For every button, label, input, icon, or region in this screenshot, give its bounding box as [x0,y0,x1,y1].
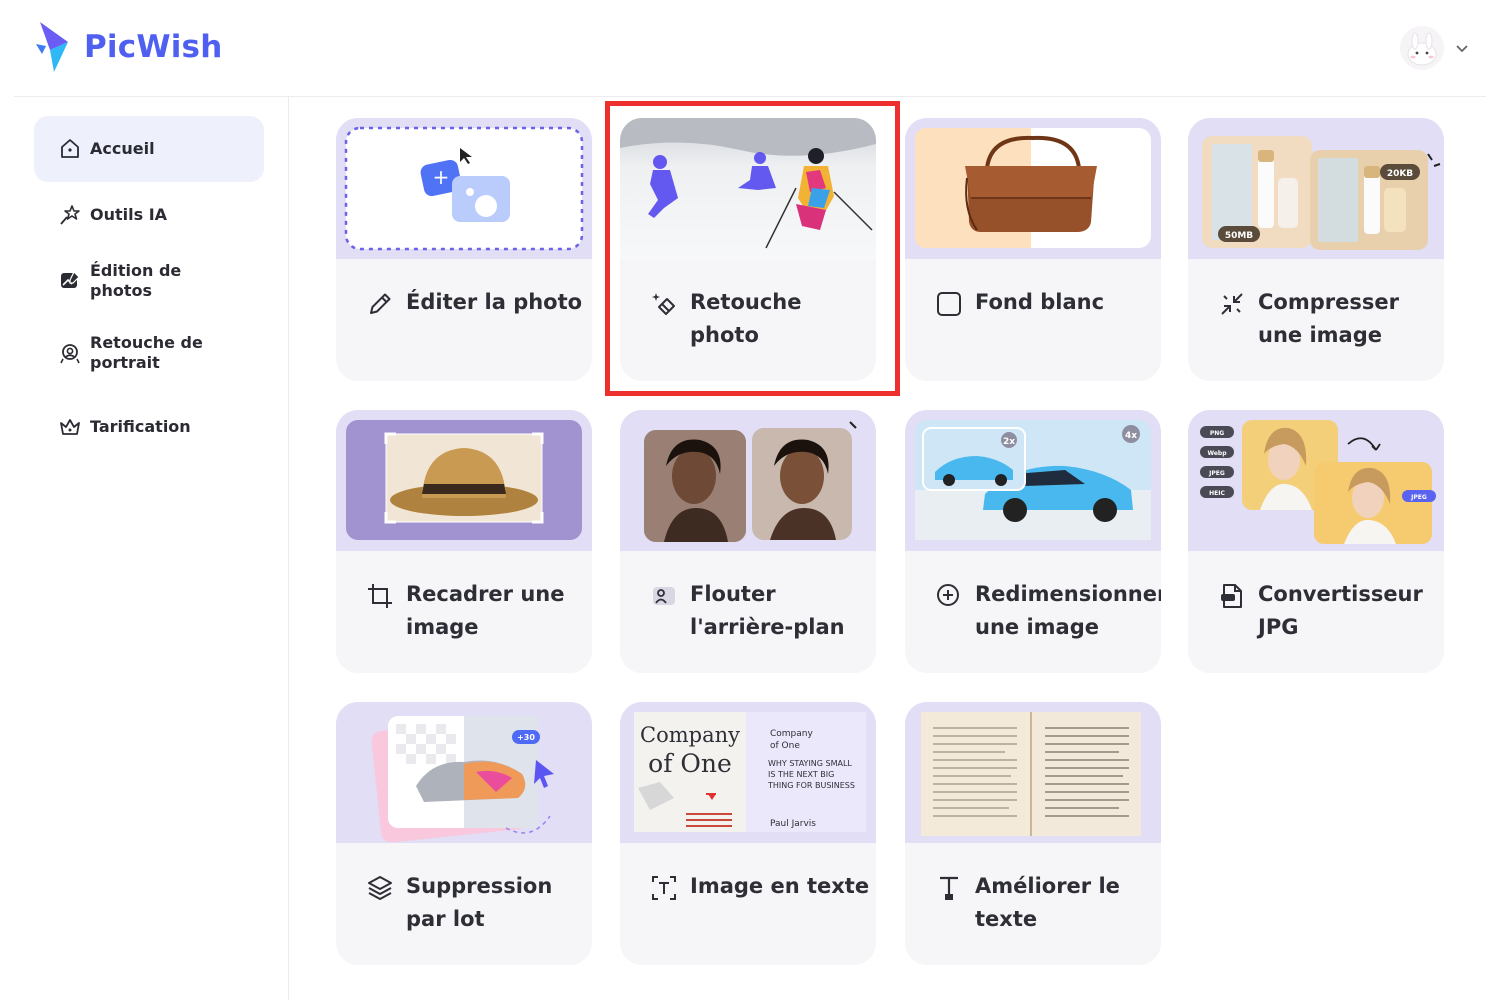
book-title-line-2: of One [648,749,732,778]
tool-card-fond-blanc[interactable]: Fond blanc [905,118,1161,381]
book-side-title-2: of One [770,741,800,751]
tool-card-flouter[interactable]: Flouter l'arrière-plan [620,410,876,673]
sidebar-item-label: Accueil [90,139,155,158]
format-heic-label: HEIC [1209,490,1225,497]
tool-label: Compresser une image [1258,290,1399,347]
sidebar-item-tarification[interactable]: Tarification [34,394,264,460]
chevron-down-icon[interactable] [1454,40,1470,56]
text-scan-icon [652,876,676,900]
tool-card-redimensionner[interactable]: 2x 4x Redimensionner une image [905,410,1161,673]
sidebar-item-outils-ia[interactable]: Outils IA [34,182,264,248]
sidebar-item-label: Tarification [90,417,191,436]
tool-label: Suppression par lot [406,874,553,931]
sidebar-item-retouche-portrait[interactable]: Retouche de portrait [34,318,264,388]
sidebar-item-label: Retouche de portrait [90,333,203,372]
tool-thumbnail [620,410,876,551]
header-divider [14,96,1486,97]
tool-thumbnail: +30 [336,702,592,843]
portrait-icon [60,344,80,364]
sidebar-item-label: Outils IA [90,205,168,224]
account-menu[interactable] [1400,26,1470,70]
sidebar-item-accueil[interactable]: Accueil [34,116,264,182]
tool-thumbnail [336,410,592,551]
blur-icon [653,587,675,605]
file-convert-icon [1221,584,1242,608]
picwish-logo[interactable]: PicWish [34,20,222,74]
picwish-logo-icon [36,22,68,72]
tool-card-image-texte[interactable]: Company of One Company of One WHY STAYIN… [620,702,876,965]
avatar[interactable] [1400,26,1444,70]
tool-thumbnail: 2x 4x [905,410,1161,551]
layers-icon [368,876,392,900]
tool-card-editer-photo[interactable]: + Éditer la photo [336,118,592,381]
home-icon [61,139,79,158]
resize-4x-badge: 4x [1125,431,1137,441]
zoom-plus-icon [937,584,959,606]
tool-card-recadrer[interactable]: Recadrer une image [336,410,592,673]
format-png-label: PNG [1210,430,1224,437]
book-side-title-1: Company [770,729,813,739]
text-hd-icon [940,876,958,900]
bunny-avatar-icon [1407,32,1437,66]
sidebar-divider [288,97,289,1000]
tool-card-ameliorer-texte[interactable]: Améliorer le texte [905,702,1161,965]
tool-thumbnail: PNG Webp JPEG HEIC JPEG [1188,410,1444,551]
batch-count-badge: +30 [517,733,535,742]
compress-icon [1221,293,1243,315]
tool-label: Image en texte [690,874,870,898]
tool-card-convertisseur-jpg[interactable]: PNG Webp JPEG HEIC JPEG Convertisseur JP… [1188,410,1444,673]
tool-thumbnail [905,118,1161,259]
tool-label: Flouter l'arrière-plan [690,582,845,639]
format-webp-label: Webp [1207,450,1227,457]
tool-label: Éditer la photo [406,290,583,314]
tool-label: Améliorer le texte [975,874,1120,931]
book-title-line-1: Company [640,723,740,747]
pencil-icon [370,293,391,314]
tool-card-compresser[interactable]: 50MB 20KB Compresser une image [1188,118,1444,381]
sidebar-item-edition-photos[interactable]: Édition de photos [34,248,264,314]
resize-2x-badge: 2x [1003,437,1015,447]
eraser-sparkle-icon [652,293,675,315]
format-jpeg-label: JPEG [1208,470,1225,477]
tool-card-retouche-photo[interactable]: Retouche photo [620,118,876,381]
compress-after-label: 20KB [1387,169,1413,179]
tool-thumbnail: Company of One Company of One WHY STAYIN… [620,702,876,843]
tool-label: Recadrer une image [406,582,565,639]
sidebar-item-label: Édition de photos [90,261,182,300]
format-jpeg-output-label: JPEG [1410,494,1427,501]
compress-before-label: 50MB [1225,231,1253,241]
magic-wand-icon [60,205,80,225]
book-author: Paul Jarvis [770,819,816,829]
tool-card-suppression-lot[interactable]: +30 Suppression par lot [336,702,592,965]
crop-icon [368,584,392,608]
brand-name: PicWish [84,29,223,65]
tool-label: Convertisseur JPG [1258,582,1423,639]
tool-label: Redimensionner une image [975,582,1161,639]
svg-text:+: + [433,165,450,189]
square-icon [937,292,961,316]
tool-label: Retouche photo [690,290,802,347]
tool-thumbnail [620,118,876,259]
photo-edit-icon [61,270,80,288]
tool-thumbnail: 50MB 20KB [1188,118,1444,259]
book-subtitle: WHY STAYING SMALL IS THE NEXT BIG THING … [768,759,855,790]
top-header: PicWish [0,0,1500,96]
tool-label: Fond blanc [975,290,1105,314]
tool-thumbnail [905,702,1161,843]
crown-icon [60,419,80,435]
tool-thumbnail: + [336,118,592,259]
